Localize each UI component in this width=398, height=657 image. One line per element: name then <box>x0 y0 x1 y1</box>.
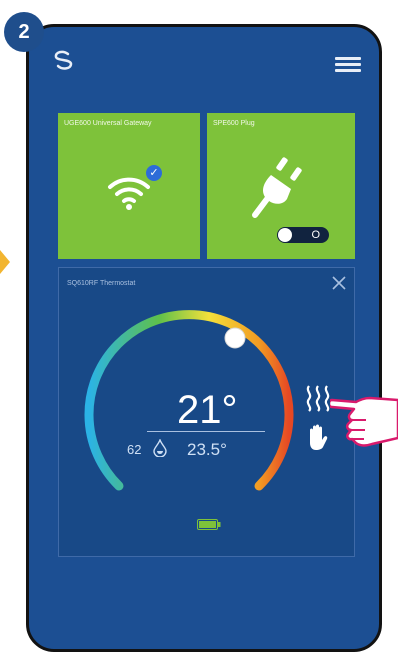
humidity-value: 62 <box>127 442 142 457</box>
plug-tile-label: SPE600 Plug <box>213 120 255 127</box>
plug-tile[interactable]: SPE600 Plug O <box>207 113 355 259</box>
gateway-tile-label: UGE600 Universal Gateway <box>64 120 152 127</box>
thermostat-title: SQ610RF Thermostat <box>67 280 136 287</box>
hamburger-menu-icon[interactable] <box>335 57 361 73</box>
step-number-badge: 2 <box>4 12 44 52</box>
plug-icon <box>252 157 302 218</box>
check-icon: ✓ <box>146 165 162 181</box>
toggle-label: O <box>311 229 320 241</box>
dial-handle <box>224 327 246 349</box>
battery-full-icon <box>197 519 221 530</box>
hand-icon[interactable] <box>303 422 333 452</box>
pointing-hand-icon <box>330 396 398 447</box>
humidity-drop-icon <box>153 439 167 457</box>
temperature-divider <box>147 431 265 432</box>
toggle-knob <box>278 228 292 242</box>
plug-toggle[interactable]: O <box>277 227 329 243</box>
heating-waves-icon <box>306 385 330 412</box>
setpoint-temperature: 21° <box>177 388 238 432</box>
arrow-indicator <box>0 250 10 274</box>
salus-logo-icon <box>54 50 73 70</box>
gateway-tile[interactable]: UGE600 Universal Gateway ✓ <box>58 113 200 259</box>
phone-screen: UGE600 Universal Gateway ✓ SPE600 Plug O… <box>26 24 382 652</box>
room-temperature: 23.5° <box>187 440 227 459</box>
thermostat-card[interactable]: SQ610RF Thermostat 21° 62 23.5° <box>58 267 355 557</box>
close-icon[interactable] <box>332 276 346 290</box>
